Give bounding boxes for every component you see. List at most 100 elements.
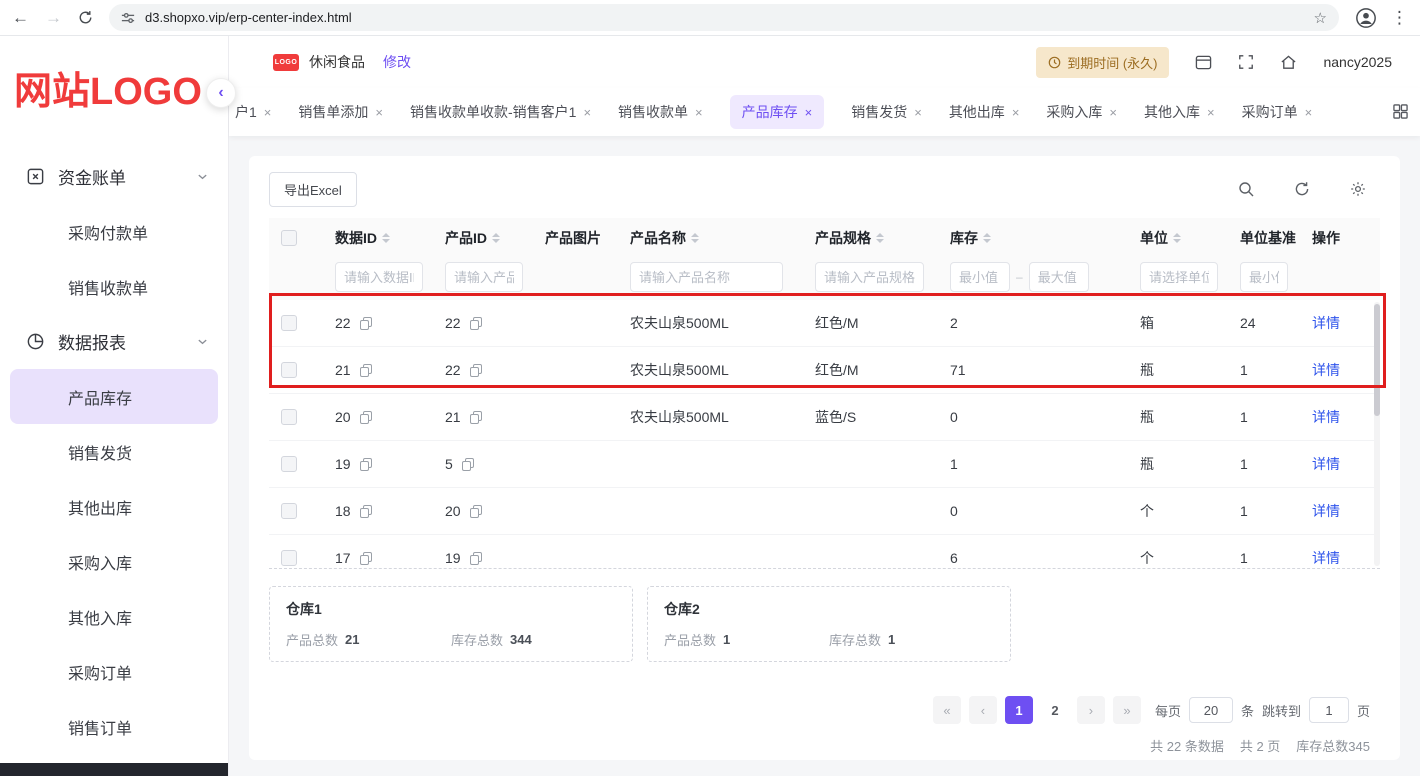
sidebar-item-sales-receipt[interactable]: 销售收款单	[0, 259, 228, 314]
filter-data-id-input[interactable]	[335, 262, 423, 292]
copy-icon[interactable]	[359, 504, 372, 518]
refresh-icon[interactable]	[1294, 181, 1310, 197]
copy-icon[interactable]	[469, 363, 482, 377]
sidebar-item-purchase-order[interactable]: 采购订单	[0, 644, 228, 699]
bookmark-star-icon[interactable]: ☆	[1314, 9, 1327, 27]
detail-link[interactable]: 详情	[1312, 313, 1340, 333]
sidebar-item-purchase-payment[interactable]: 采购付款单	[0, 204, 228, 259]
sidebar-item-sales-order[interactable]: 销售订单	[0, 699, 228, 754]
copy-icon[interactable]	[469, 410, 482, 424]
sidebar-item-product-stock[interactable]: 产品库存	[10, 369, 218, 424]
tab-close-icon[interactable]: ×	[583, 105, 591, 120]
filter-stock-max-input[interactable]	[1028, 262, 1089, 292]
sort-icon[interactable]	[382, 233, 390, 243]
tab-item[interactable]: 采购入库 ×	[1046, 102, 1117, 122]
tab-item[interactable]: 销售收款单收款-销售客户1 ×	[410, 102, 591, 122]
sort-icon[interactable]	[492, 233, 500, 243]
filter-product-name-input[interactable]	[630, 262, 783, 292]
scrollbar-thumb[interactable]	[1374, 304, 1380, 416]
sidebar-group-reports[interactable]: 数据报表	[0, 314, 228, 369]
tab-item-product-stock[interactable]: 产品库存 ×	[729, 95, 825, 129]
tab-close-icon[interactable]: ×	[1012, 105, 1020, 120]
copy-icon[interactable]	[359, 551, 372, 565]
forward-icon[interactable]: →	[45, 9, 62, 26]
tab-close-icon[interactable]: ×	[1207, 105, 1215, 120]
tab-close-icon[interactable]: ×	[1305, 105, 1313, 120]
filter-product-id-input[interactable]	[445, 262, 523, 292]
sort-icon[interactable]	[876, 233, 884, 243]
tab-close-icon[interactable]: ×	[914, 105, 922, 120]
tabs-grid-icon[interactable]	[1385, 104, 1408, 119]
first-page-button[interactable]: «	[932, 696, 961, 724]
tab-item[interactable]: 其他出库 ×	[949, 102, 1020, 122]
site-info-icon[interactable]	[121, 11, 135, 25]
sidebar-item-label: 销售收款单	[68, 280, 149, 298]
tab-item[interactable]: 销售发货 ×	[851, 102, 922, 122]
row-checkbox[interactable]	[281, 315, 297, 331]
tab-close-icon[interactable]: ×	[805, 105, 813, 120]
tab-close-icon[interactable]: ×	[1109, 105, 1117, 120]
profile-icon[interactable]	[1355, 7, 1377, 29]
sidebar-group-funds[interactable]: 资金账单	[0, 149, 228, 204]
tab-item[interactable]: 其他入库 ×	[1144, 102, 1215, 122]
tab-item[interactable]: 户1 ×	[235, 102, 271, 122]
settings-gear-icon[interactable]	[1350, 181, 1366, 197]
sort-icon[interactable]	[691, 233, 699, 243]
prev-page-button[interactable]: ‹	[968, 696, 997, 724]
username[interactable]: nancy2025	[1323, 54, 1392, 70]
row-checkbox[interactable]	[281, 362, 297, 378]
home-icon[interactable]	[1280, 54, 1297, 71]
jump-page-input[interactable]	[1308, 697, 1349, 723]
back-icon[interactable]: ←	[12, 9, 29, 26]
row-checkbox[interactable]	[281, 550, 297, 566]
sort-icon[interactable]	[983, 233, 991, 243]
detail-link[interactable]: 详情	[1312, 501, 1340, 521]
filter-base-min-input[interactable]	[1240, 262, 1288, 292]
unit-value: 瓶	[1140, 409, 1154, 425]
row-checkbox[interactable]	[281, 503, 297, 519]
copy-icon[interactable]	[469, 551, 482, 565]
tab-item[interactable]: 采购订单 ×	[1242, 102, 1313, 122]
copy-icon[interactable]	[469, 504, 482, 518]
sidebar-collapse-button[interactable]: ‹	[206, 78, 236, 108]
row-checkbox[interactable]	[281, 456, 297, 472]
url-bar[interactable]: d3.shopxo.vip/erp-center-index.html ☆	[109, 4, 1339, 31]
copy-icon[interactable]	[359, 363, 372, 377]
filter-stock-min-input[interactable]	[950, 262, 1010, 292]
sidebar-item-purchase-inbound[interactable]: 采购入库	[0, 534, 228, 589]
tab-close-icon[interactable]: ×	[695, 105, 703, 120]
workbench-icon[interactable]	[1195, 54, 1212, 71]
sidebar-item-other-outbound[interactable]: 其他出库	[0, 479, 228, 534]
detail-link[interactable]: 详情	[1312, 407, 1340, 427]
detail-link[interactable]: 详情	[1312, 454, 1340, 474]
fullscreen-icon[interactable]	[1238, 54, 1254, 70]
sort-icon[interactable]	[1173, 233, 1181, 243]
tab-close-icon[interactable]: ×	[375, 105, 383, 120]
sidebar-item-other-inbound[interactable]: 其他入库	[0, 589, 228, 644]
last-page-button[interactable]: »	[1112, 696, 1141, 724]
copy-icon[interactable]	[359, 457, 372, 471]
row-checkbox[interactable]	[281, 409, 297, 425]
tab-item[interactable]: 销售单添加 ×	[298, 102, 383, 122]
copy-icon[interactable]	[359, 316, 372, 330]
search-icon[interactable]	[1238, 181, 1254, 197]
copy-icon[interactable]	[469, 316, 482, 330]
store-edit-link[interactable]: 修改	[383, 52, 411, 72]
page-button-2[interactable]: 2	[1040, 696, 1069, 724]
tab-close-icon[interactable]: ×	[264, 105, 272, 120]
copy-icon[interactable]	[461, 457, 474, 471]
detail-link[interactable]: 详情	[1312, 360, 1340, 380]
browser-menu-icon[interactable]: ⋮	[1391, 9, 1408, 26]
tab-item[interactable]: 销售收款单 ×	[618, 102, 703, 122]
copy-icon[interactable]	[359, 410, 372, 424]
select-all-checkbox[interactable]	[281, 230, 297, 246]
next-page-button[interactable]: ›	[1076, 696, 1105, 724]
filter-product-spec-input[interactable]	[815, 262, 924, 292]
detail-link[interactable]: 详情	[1312, 548, 1340, 568]
export-excel-button[interactable]: 导出Excel	[269, 171, 357, 207]
page-button-1[interactable]: 1	[1004, 696, 1033, 724]
per-page-input[interactable]	[1188, 697, 1233, 723]
filter-unit-select[interactable]	[1140, 262, 1218, 292]
sidebar-item-sales-delivery[interactable]: 销售发货	[0, 424, 228, 479]
reload-icon[interactable]	[78, 10, 93, 25]
